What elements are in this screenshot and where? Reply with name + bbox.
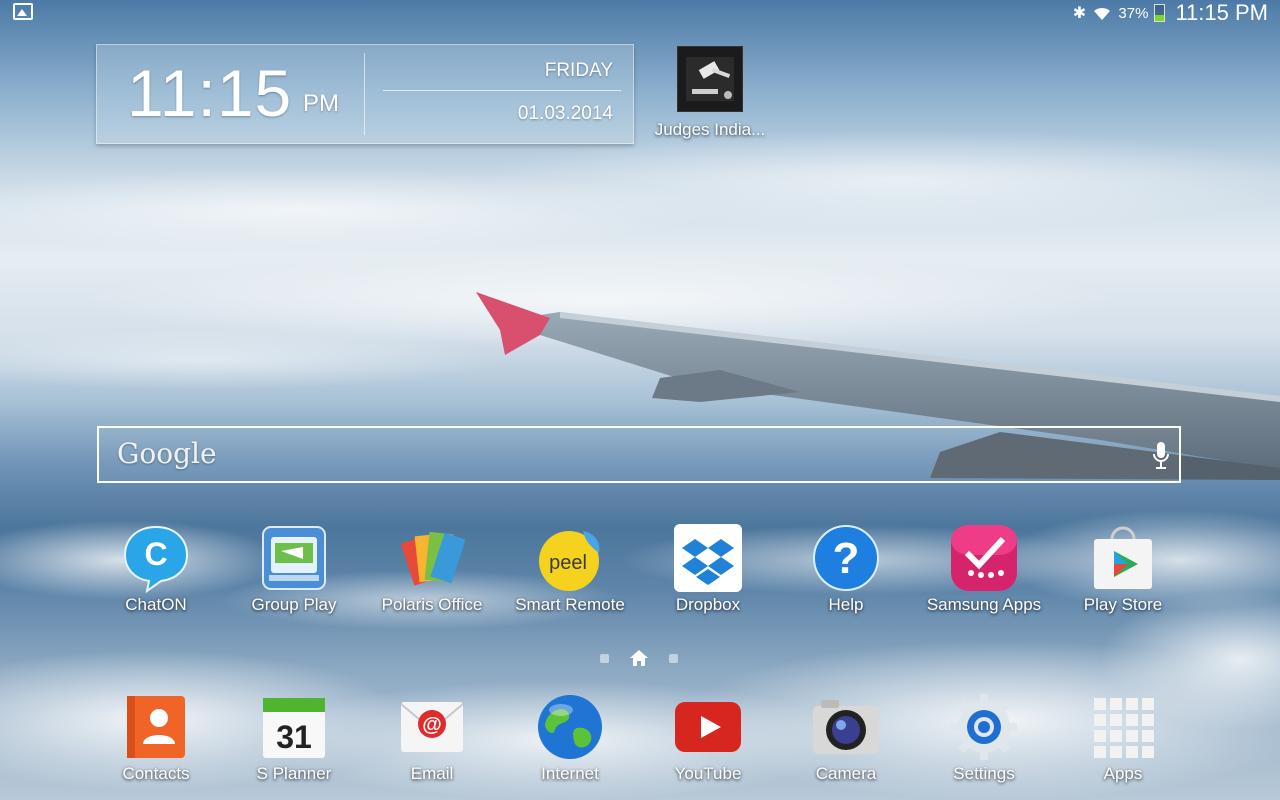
clock-ampm: PM (303, 90, 339, 117)
app-polaris-office[interactable]: Polaris Office (366, 523, 498, 615)
chaton-icon: C (121, 523, 191, 593)
app-label: Samsung Apps (926, 595, 1042, 614)
page-dot[interactable] (600, 653, 609, 663)
dock-apps[interactable]: Apps (1057, 692, 1189, 784)
dock-email[interactable]: @ Email (366, 692, 498, 784)
dock-contacts[interactable]: Contacts (90, 692, 222, 784)
page-indicator (600, 648, 678, 668)
camera-icon (811, 692, 881, 762)
status-time: 11:15 PM (1175, 0, 1268, 25)
app-label: YouTube (674, 764, 742, 783)
clock-date-divider (383, 90, 621, 91)
svg-text:C: C (144, 536, 167, 572)
app-label: Contacts (122, 764, 190, 783)
app-group-play[interactable]: Group Play (228, 523, 360, 615)
app-label: ChatON (125, 595, 187, 614)
app-label: Camera (815, 764, 877, 783)
clock-widget[interactable]: 11:15 PM FRIDAY 01.03.2014 (96, 44, 634, 144)
app-label: Apps (1103, 764, 1143, 783)
app-play-store[interactable]: Play Store (1057, 523, 1189, 615)
app-label: Help (828, 595, 864, 614)
peel-remote-icon: peel (535, 523, 605, 593)
svg-text:?: ? (833, 534, 860, 583)
gallery-notification-icon[interactable] (13, 3, 33, 20)
svg-text:peel: peel (549, 552, 587, 574)
dock-internet[interactable]: Internet (504, 692, 636, 784)
svg-text:31: 31 (276, 719, 312, 755)
bluetooth-icon: ✱ (1072, 5, 1087, 22)
app-label: Dropbox (675, 595, 741, 614)
app-label: Group Play (251, 595, 337, 614)
judges-india-shortcut[interactable]: Judges India... (650, 46, 770, 140)
app-help[interactable]: ? Help (780, 523, 912, 615)
clock-divider (364, 53, 365, 135)
battery-percent: 37% (1118, 4, 1149, 22)
app-label: Email (410, 764, 454, 783)
home-page-icon[interactable] (629, 649, 649, 667)
dock-youtube[interactable]: YouTube (642, 692, 774, 784)
app-label: Play Store (1083, 595, 1163, 614)
gavel-icon (677, 46, 743, 112)
app-label: Smart Remote (515, 595, 625, 614)
help-icon: ? (811, 523, 881, 593)
google-logo: Google (117, 437, 217, 470)
page-dot[interactable] (669, 653, 678, 663)
app-label: Polaris Office (381, 595, 483, 614)
dock-camera[interactable]: Camera (780, 692, 912, 784)
dock-s-planner[interactable]: 31 S Planner (228, 692, 360, 784)
app-samsung-apps[interactable]: Samsung Apps (918, 523, 1050, 615)
dropbox-icon (673, 523, 743, 593)
contacts-icon (121, 692, 191, 762)
group-play-icon (259, 523, 329, 593)
clock-time: 11:15 (127, 56, 293, 130)
app-dropbox[interactable]: Dropbox (642, 523, 774, 615)
app-smart-remote[interactable]: peel Smart Remote (504, 523, 636, 615)
dock-settings[interactable]: Settings (918, 692, 1050, 784)
status-bar: ✱ 37% 11:15 PM (0, 0, 1280, 26)
app-grid-icon (1088, 692, 1158, 762)
play-store-icon (1088, 523, 1158, 593)
youtube-icon (673, 692, 743, 762)
battery-icon (1154, 4, 1166, 22)
polaris-office-icon (397, 523, 467, 593)
calendar-icon: 31 (259, 692, 329, 762)
app-label: Internet (541, 764, 599, 783)
globe-icon (535, 692, 605, 762)
app-chaton[interactable]: C ChatON (90, 523, 222, 615)
microphone-icon[interactable] (1151, 440, 1171, 472)
app-label: S Planner (256, 764, 332, 783)
email-icon: @ (397, 692, 467, 762)
judges-india-label: Judges India... (654, 120, 766, 139)
samsung-apps-icon (949, 523, 1019, 593)
svg-text:@: @ (422, 714, 442, 736)
google-search-bar[interactable]: Google (97, 426, 1181, 483)
clock-day: FRIDAY (544, 60, 613, 81)
wifi-icon (1094, 7, 1111, 20)
gear-icon (949, 692, 1019, 762)
app-label: Settings (953, 764, 1015, 783)
clock-date: 01.03.2014 (517, 103, 613, 124)
